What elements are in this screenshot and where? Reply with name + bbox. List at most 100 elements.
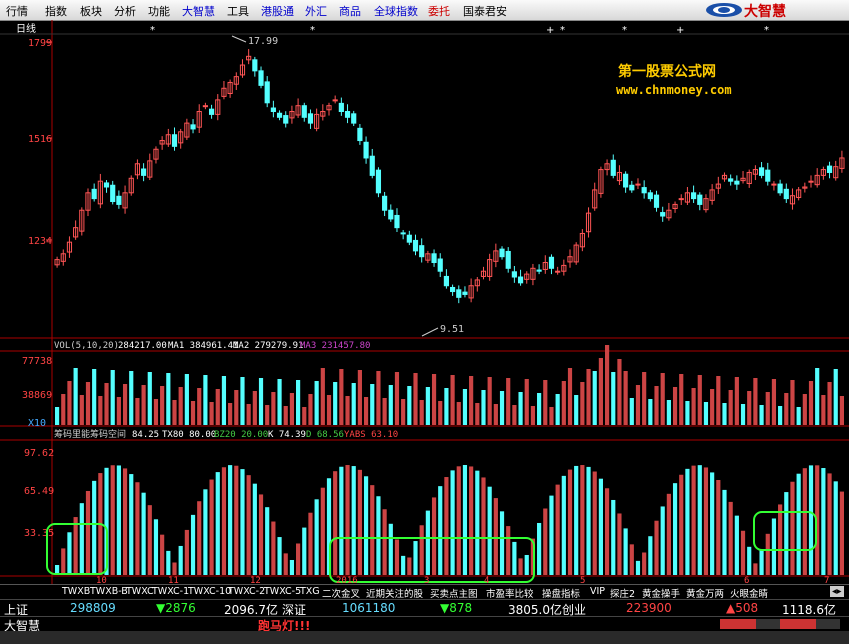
indicator-bar	[475, 470, 480, 575]
volume-bar	[388, 385, 393, 425]
indicator-bar	[462, 465, 468, 575]
menu-broker[interactable]: 国泰君安	[463, 3, 507, 19]
tab-tanzhuang[interactable]: 探庄2	[610, 586, 635, 600]
indicator-bar	[283, 553, 288, 575]
volume-bar	[543, 380, 548, 425]
indicator-bar	[129, 474, 134, 575]
tab-twxc-2[interactable]: TWXC-2	[228, 586, 265, 597]
indicator-bar	[703, 467, 709, 575]
volume-bar	[178, 387, 183, 425]
tab-golden-cross[interactable]: 二次金叉	[322, 586, 360, 600]
indicator-bar	[716, 479, 721, 575]
indicator-bar	[543, 508, 548, 575]
menu-commodities[interactable]: 商品	[339, 3, 361, 19]
ind-tick-97: 97.62	[24, 448, 54, 459]
menu-functions[interactable]: 功能	[148, 3, 170, 19]
indicator-bar	[648, 536, 653, 575]
indicator-bar	[493, 498, 498, 575]
tab-twxc-1[interactable]: TWXC-1	[152, 586, 189, 597]
volume-bar	[246, 404, 251, 425]
candle-body	[357, 127, 363, 142]
tab-watchlist[interactable]: 近期关注的股	[366, 586, 423, 600]
volume-bar	[722, 403, 727, 425]
indicator-bar	[135, 482, 140, 575]
chart-area[interactable]: 日线 1799 1516 1234 17.99 9.51 第一股票公式网 www…	[0, 20, 849, 584]
menu-global-index[interactable]: 全球指数	[374, 3, 418, 19]
indicator-bar	[376, 496, 381, 575]
scroll-tabs-icon[interactable]: ◂▸	[830, 586, 844, 597]
tab-vip[interactable]: VIP	[590, 586, 605, 597]
menu-forex[interactable]: 外汇	[305, 3, 327, 19]
volume-bar	[135, 398, 140, 425]
volume-bar	[623, 371, 628, 425]
menu-sector[interactable]: 板块	[80, 3, 102, 19]
candle-body	[437, 258, 443, 272]
indicator-bar	[580, 465, 585, 575]
marquee-bar: 大智慧 跑马灯!!!	[0, 616, 849, 633]
tab-twxc-5[interactable]: TWXC-5	[264, 586, 301, 597]
vol-unit: X10	[28, 418, 46, 429]
indicator-bar	[778, 504, 783, 575]
volume-bar	[549, 407, 554, 425]
tab-gold-trader[interactable]: 黄金操手	[642, 586, 680, 600]
tab-pe-compare[interactable]: 市盈率比较	[486, 586, 534, 600]
time-label: 3	[424, 576, 429, 584]
tab-gold-wealth[interactable]: 黄金万两	[686, 586, 724, 600]
volume-bar	[598, 358, 603, 425]
indicator-bar	[296, 543, 301, 575]
volume-bar	[357, 370, 362, 425]
volume-bar	[425, 387, 430, 425]
candle-body	[678, 198, 684, 201]
volume-bar	[654, 386, 659, 425]
menu-trade[interactable]: 委托	[428, 3, 450, 19]
volume-bars	[55, 345, 844, 425]
candle-body	[171, 134, 178, 147]
tab-txg[interactable]: TXG	[300, 586, 320, 597]
sz-change: ▼878	[440, 601, 473, 615]
tab-buy-sell[interactable]: 买卖点主图	[430, 586, 478, 600]
menu-hk-connect[interactable]: 港股通	[261, 3, 294, 19]
volume-bar	[401, 399, 406, 425]
indicator-bar	[61, 548, 66, 575]
volume-bar	[419, 400, 424, 425]
volume-bar	[703, 402, 709, 425]
menu-analysis[interactable]: 分析	[114, 3, 136, 19]
candle-body	[623, 173, 629, 188]
indicator-bar	[450, 470, 455, 575]
indicator-bar	[394, 539, 400, 575]
volume-bar	[67, 381, 72, 425]
menu-tools[interactable]: 工具	[227, 3, 249, 19]
candle-body	[610, 159, 616, 176]
candle-body	[635, 183, 641, 186]
volume-bar	[784, 393, 789, 425]
indicator-bar	[382, 509, 387, 575]
volume-bar	[277, 379, 282, 425]
tab-trading-indicator[interactable]: 操盘指标	[542, 586, 580, 600]
volume-bar	[790, 380, 795, 425]
volume-bar	[747, 391, 752, 425]
indicator-bar	[407, 557, 412, 575]
volume-bar	[839, 396, 844, 425]
menu-index[interactable]: 指数	[45, 3, 67, 19]
volume-bar	[679, 374, 684, 425]
tab-fire-eye[interactable]: 火眼金睛	[730, 586, 768, 600]
volume-bar	[635, 385, 641, 425]
volume-bar	[147, 372, 152, 425]
tab-twxc-10[interactable]: TWXC-10	[188, 586, 231, 597]
tab-twxb[interactable]: TWXB	[62, 586, 90, 597]
menu-quotes[interactable]: 行情	[6, 3, 28, 19]
candle-body	[394, 214, 400, 229]
indicator-bar	[740, 530, 746, 575]
ind-v4: K 74.39	[268, 430, 306, 440]
candle-body	[202, 105, 208, 108]
volume-bar	[685, 401, 690, 425]
indicator-bar	[567, 469, 573, 575]
tab-twxc[interactable]: TWXC	[126, 586, 154, 597]
ind-v6: YABS 63.10	[344, 430, 398, 440]
volume-bar	[61, 394, 66, 425]
tab-twxb-b[interactable]: TWXB-B	[90, 586, 128, 597]
indicator-bar	[425, 510, 430, 575]
volume-bar	[407, 386, 412, 425]
menu-dzh[interactable]: 大智慧	[182, 3, 215, 19]
candle-body	[338, 102, 344, 113]
